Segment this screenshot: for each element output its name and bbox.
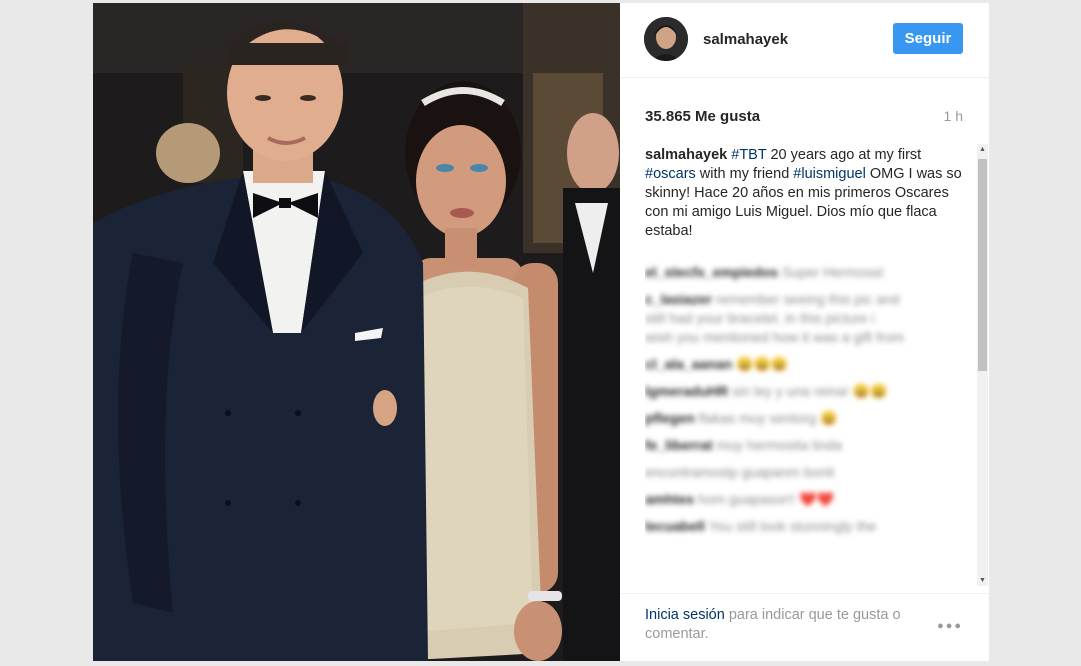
hashtag-oscars[interactable]: #oscars bbox=[645, 166, 696, 182]
post-photo[interactable] bbox=[93, 3, 620, 661]
list-item: amhtes hom guapasor!! ❤️❤️ bbox=[645, 491, 834, 507]
scroll-up-arrow-icon[interactable]: ▲ bbox=[977, 144, 988, 155]
login-link[interactable]: Inicia sesión bbox=[645, 607, 725, 623]
scroll-down-arrow-icon[interactable]: ▼ bbox=[977, 575, 988, 586]
post-time[interactable]: 1 h bbox=[944, 108, 963, 124]
list-item: el_stecfx_empiedos Super Hermosa! bbox=[645, 264, 884, 280]
photo-illustration bbox=[93, 3, 620, 661]
hashtag-tbt[interactable]: #TBT bbox=[731, 147, 766, 163]
post-card: salmahayek Seguir 35.865 Me gusta 1 h sa… bbox=[93, 3, 989, 661]
list-item: still had your bracelet. in this picture… bbox=[645, 310, 875, 326]
list-item: fe_liberrat muy hermosita linda bbox=[645, 437, 842, 453]
list-item: pflegen flakas muy sentorg 😀 bbox=[645, 410, 838, 426]
list-item: cl_ala_aanan 😀😀😀 bbox=[645, 356, 789, 372]
comments-scrollbar[interactable]: ▲ ▼ bbox=[977, 144, 988, 586]
more-options-icon[interactable]: ●●● bbox=[937, 620, 963, 632]
caption-text-1: 20 years ago at my first bbox=[766, 147, 922, 163]
list-item: wish you mentioned how it was a gift fro… bbox=[645, 329, 905, 345]
post-footer: Inicia sesión para indicar que te gusta … bbox=[620, 593, 989, 661]
follow-button[interactable]: Seguir bbox=[893, 23, 963, 54]
list-item: encontramostp guapanm bonit bbox=[645, 464, 835, 480]
list-item: c_lasiazer remember seeing this pic and bbox=[645, 291, 900, 307]
likes-row: 35.865 Me gusta 1 h bbox=[620, 78, 989, 138]
post-sidebar: salmahayek Seguir 35.865 Me gusta 1 h sa… bbox=[620, 3, 989, 661]
list-item: lecuabell You still look stunningly the bbox=[645, 518, 877, 534]
page: salmahayek Seguir 35.865 Me gusta 1 h sa… bbox=[0, 0, 1081, 666]
hashtag-luismiguel[interactable]: #luismiguel bbox=[793, 166, 866, 182]
avatar[interactable] bbox=[644, 17, 688, 61]
list-item: lgmeraduHR sin ley y una reina! 😀😀 bbox=[645, 383, 888, 399]
post-header: salmahayek Seguir bbox=[620, 3, 989, 78]
post-caption: salmahayek #TBT 20 years ago at my first… bbox=[645, 146, 963, 241]
scroll-thumb[interactable] bbox=[978, 159, 987, 371]
login-prompt: Inicia sesión para indicar que te gusta … bbox=[645, 606, 945, 644]
likes-count[interactable]: 35.865 Me gusta bbox=[645, 108, 760, 125]
username[interactable]: salmahayek bbox=[703, 31, 788, 48]
caption-text-2: with my friend bbox=[695, 166, 794, 182]
caption-author[interactable]: salmahayek bbox=[645, 147, 727, 163]
comments-list[interactable]: salmahayek #TBT 20 years ago at my first… bbox=[645, 146, 963, 586]
